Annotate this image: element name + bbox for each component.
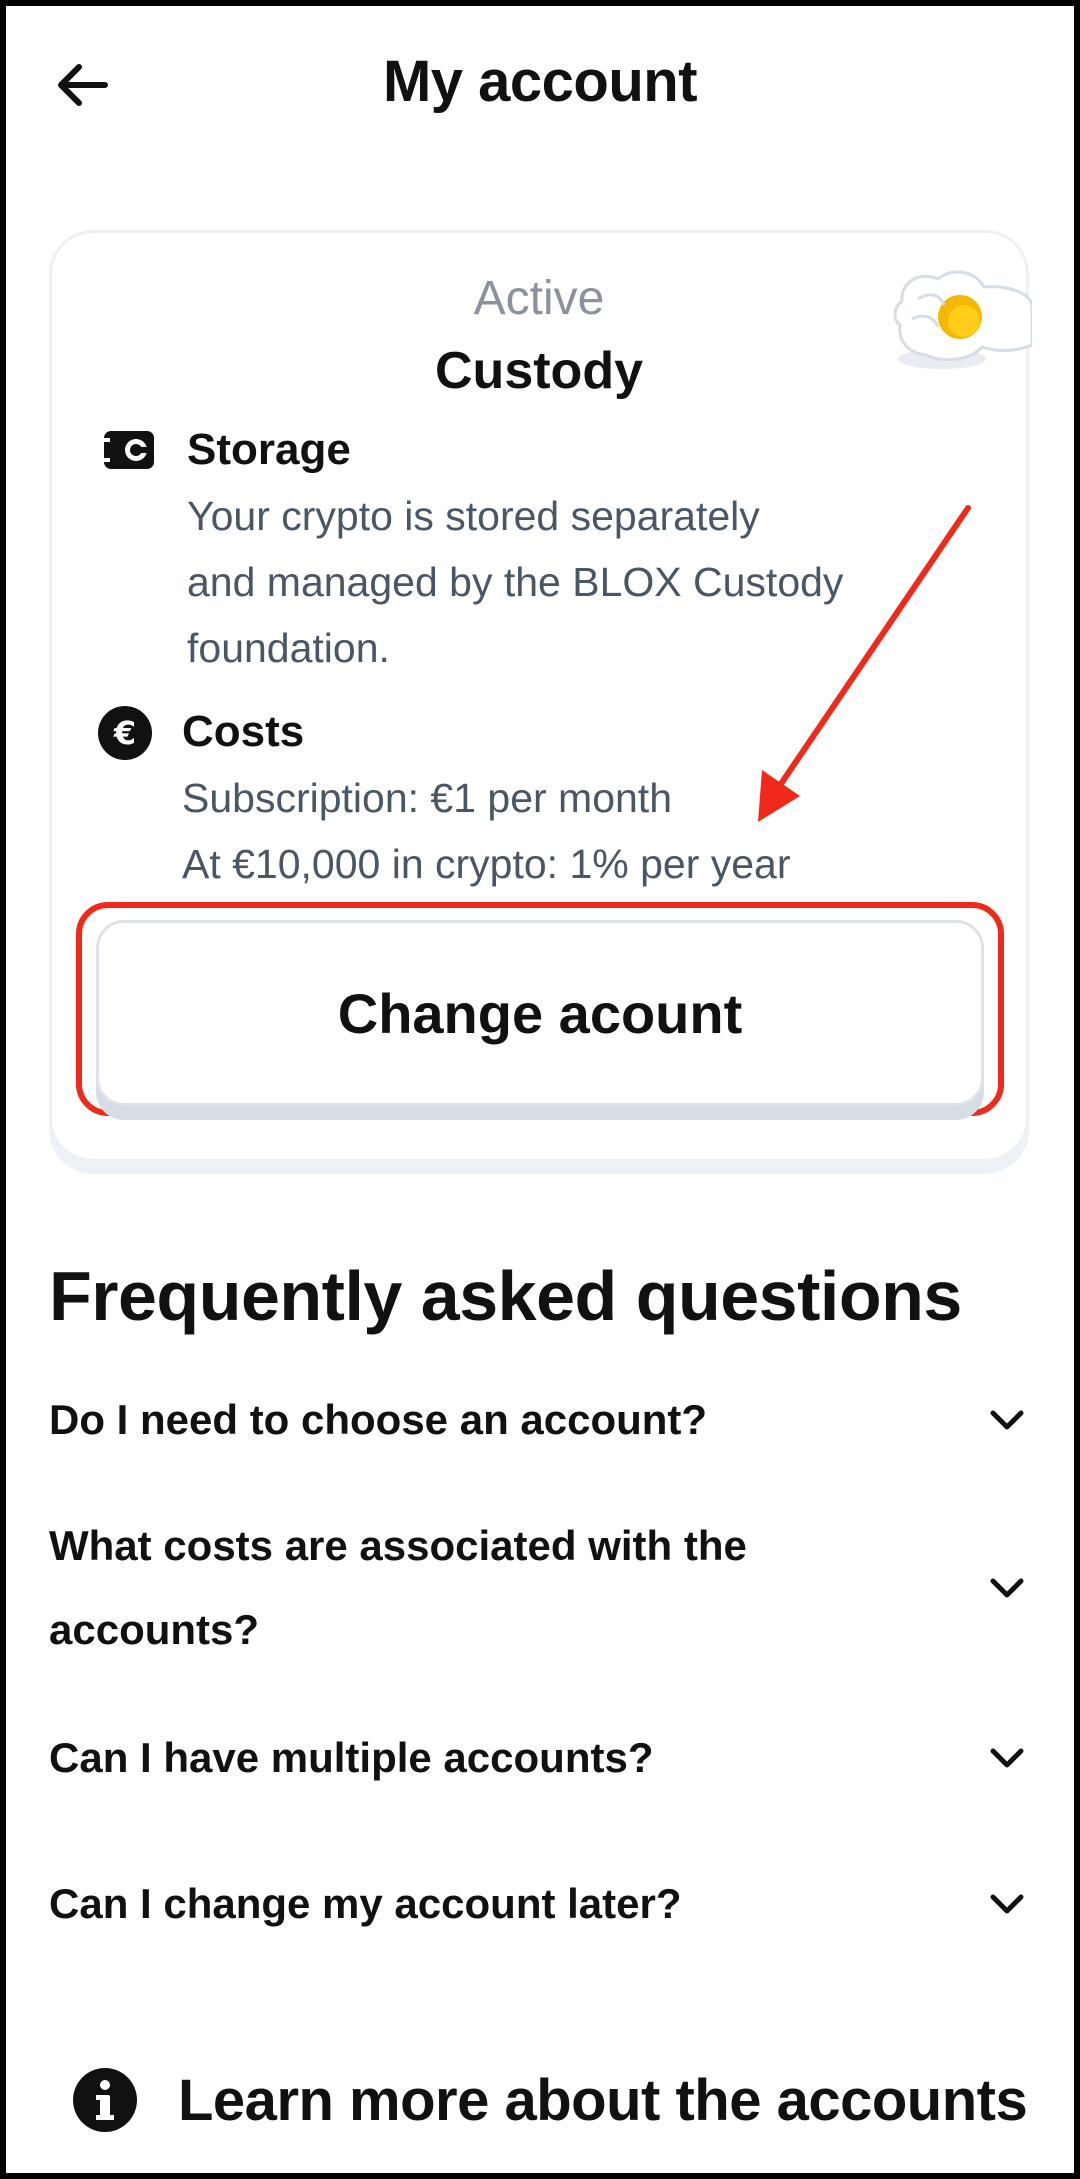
account-type: Custody xyxy=(435,342,643,400)
faq-item[interactable]: Do I need to choose an account? xyxy=(49,1378,1029,1462)
costs-title: Costs xyxy=(182,707,305,756)
learn-more-link[interactable]: Learn more about the accounts xyxy=(72,2060,1028,2140)
costs-description: Subscription: €1 per month At €10,000 in… xyxy=(182,775,791,887)
faq-item[interactable]: Can I have multiple accounts? xyxy=(49,1716,1029,1800)
chevron-down-icon xyxy=(990,1894,1024,1914)
faq-question: Can I change my account later? xyxy=(49,1880,682,1927)
svg-text:€: € xyxy=(113,714,136,752)
chevron-down-icon xyxy=(990,1410,1024,1430)
annotation-arrow xyxy=(758,505,971,822)
faq-question: What costs are associated with the accou… xyxy=(49,1522,747,1653)
faq-item[interactable]: Can I change my account later? xyxy=(49,1862,1029,1946)
wallet-icon xyxy=(102,431,154,469)
page-title: My account xyxy=(382,49,698,114)
app-header: My account xyxy=(0,0,1080,170)
chevron-down-icon xyxy=(990,1748,1024,1768)
account-status: Active xyxy=(473,272,605,325)
change-account-button[interactable]: Change acount xyxy=(96,920,984,1106)
storage-title: Storage xyxy=(187,425,351,474)
faq-title: Frequently asked questions xyxy=(49,1257,962,1335)
learn-more-label: Learn more about the accounts xyxy=(178,2067,1028,2133)
chevron-down-icon xyxy=(990,1578,1024,1598)
hand-coin-illustration xyxy=(893,270,1032,369)
info-icon xyxy=(73,2068,137,2132)
faq-question: Can I have multiple accounts? xyxy=(49,1734,654,1781)
faq-question: Do I need to choose an account? xyxy=(49,1396,708,1443)
euro-icon: € xyxy=(98,706,152,760)
faq-item[interactable]: What costs are associated with the accou… xyxy=(49,1504,1029,1672)
